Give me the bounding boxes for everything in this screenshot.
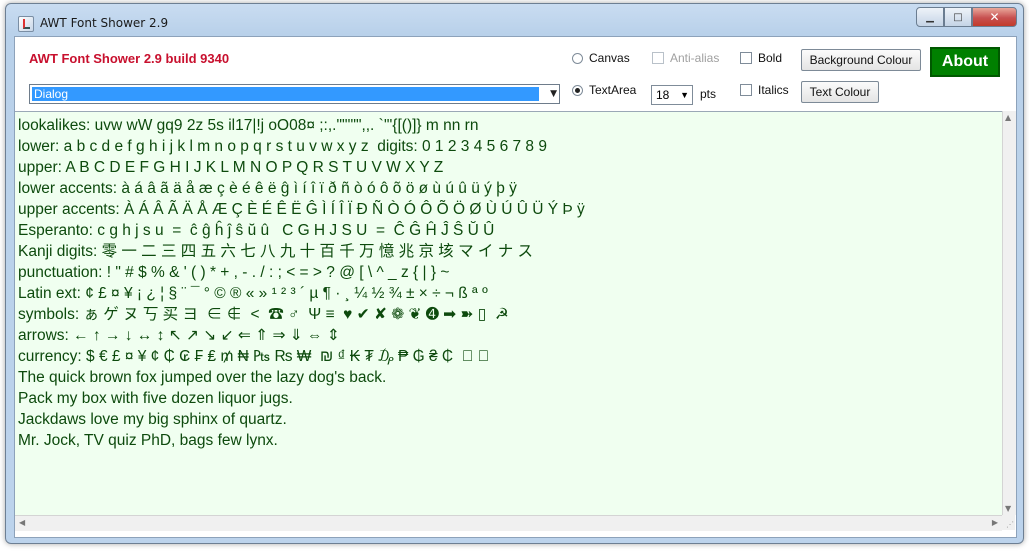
window-controls: ▁ □ ✕ — [916, 7, 1017, 27]
preview-line: lower: a b c d e f g h i j k l m n o p q… — [18, 138, 547, 155]
preview-line: symbols: ぁ ゲ ヌ 丂 买 ヨ ∈ ∉ < ☎ ♂ Ψ ≡ ♥ ✔ ✘… — [18, 306, 509, 323]
preview-line: currency: $ € £ ¤ ¥ ¢ ₵ ₢ ₣ ₤ ₥ ₦ ₧ ₨ ₩ … — [18, 348, 490, 365]
horizontal-scrollbar[interactable]: ◀ ▶ — [15, 515, 1002, 531]
radio-canvas-indicator — [572, 52, 583, 64]
preview-line: The quick brown fox jumped over the lazy… — [18, 369, 387, 386]
preview-line: upper accents: À Á Â Ã Ä Å Æ Ç È É Ê Ë Ĝ… — [18, 201, 585, 218]
font-size-value: 18 — [656, 88, 670, 102]
radio-canvas-label: Canvas — [589, 51, 630, 65]
maximize-icon: □ — [953, 11, 963, 23]
close-button[interactable]: ✕ — [972, 7, 1017, 27]
radio-canvas[interactable]: Canvas — [572, 51, 630, 65]
chevron-down-icon: ▼ — [550, 89, 557, 99]
client-area: AWT Font Shower 2.9 build 9340 Dialog ▼ … — [14, 36, 1017, 538]
preview-line: punctuation: ! " # $ % & ' ( ) * + , - .… — [18, 264, 450, 281]
bold-checkbox[interactable]: Bold — [740, 51, 782, 65]
preview-line: lookalikes: uvw wW gq9 2z 5s il17|!j oO0… — [18, 117, 479, 134]
font-family-select[interactable]: Dialog ▼ — [29, 84, 560, 104]
scroll-right-icon[interactable]: ▶ — [992, 518, 998, 527]
italics-label: Italics — [758, 83, 789, 97]
preview-line: Jackdaws love my big sphinx of quartz. — [18, 411, 287, 428]
radio-textarea[interactable]: TextArea — [572, 83, 636, 97]
radio-textarea-indicator — [572, 84, 583, 96]
build-label: AWT Font Shower 2.9 build 9340 — [29, 51, 230, 66]
about-button[interactable]: About — [930, 47, 1000, 77]
preview-line: Mr. Jock, TV quiz PhD, bags few lynx. — [18, 432, 278, 449]
scroll-up-icon[interactable]: ▲ — [1005, 113, 1011, 122]
resize-grip-icon[interactable]: ⋰ — [1006, 520, 1014, 529]
window-title: AWT Font Shower 2.9 — [40, 16, 169, 30]
text-colour-button[interactable]: Text Colour — [801, 81, 879, 103]
font-family-value: Dialog — [32, 87, 539, 101]
radio-textarea-label: TextArea — [589, 83, 637, 97]
preview-line: lower accents: à á â ã ä å æ ç è é ê ë ĝ… — [18, 180, 517, 197]
java-app-icon — [18, 16, 34, 32]
preview-line: upper: A B C D E F G H I J K L M N O P Q… — [18, 159, 444, 176]
background-colour-button[interactable]: Background Colour — [801, 49, 921, 71]
chevron-down-icon: ▼ — [680, 90, 689, 100]
pts-label: pts — [700, 87, 717, 101]
bold-box — [740, 52, 752, 64]
preview-line: Esperanto: c g h j s u = ĉ ĝ ĥ ĵ ŝ ŭ û C… — [18, 222, 495, 239]
anti-alias-label: Anti-alias — [670, 51, 720, 65]
font-size-select[interactable]: 18 ▼ — [651, 85, 693, 105]
bold-label: Bold — [758, 51, 783, 65]
preview-line: arrows: ← ↑ → ↓ ↔ ↕ ↖ ↗ ↘ ↙ ⇐ ⇑ ⇒ ⇓ ⇔ ⇕ — [18, 327, 340, 344]
anti-alias-checkbox[interactable]: Anti-alias — [652, 51, 719, 65]
anti-alias-box — [652, 52, 664, 64]
italics-box — [740, 84, 752, 96]
minimize-icon: ▁ — [926, 11, 934, 23]
preview-line: Latin ext: ¢ £ ¤ ¥ ¡ ¿ ¦ § ¨ ¯ ° © ® « »… — [18, 285, 488, 302]
preview-textarea[interactable]: lookalikes: uvw wW gq9 2z 5s il17|!j oO0… — [15, 111, 1002, 516]
italics-checkbox[interactable]: Italics — [740, 83, 789, 97]
preview-line: Pack my box with five dozen liquor jugs. — [18, 390, 293, 407]
scroll-left-icon[interactable]: ◀ — [19, 518, 25, 527]
maximize-button[interactable]: □ — [944, 7, 972, 27]
close-icon: ✕ — [989, 10, 1000, 24]
title-bar[interactable]: AWT Font Shower 2.9 ▁ □ ✕ — [6, 4, 1023, 38]
app-window: AWT Font Shower 2.9 ▁ □ ✕ AWT Font Showe… — [5, 3, 1024, 544]
preview-line: Kanji digits: 零 一 二 三 四 五 六 七 八 九 十 百 千 … — [18, 243, 534, 260]
scroll-down-icon[interactable]: ▼ — [1005, 504, 1011, 513]
minimize-button[interactable]: ▁ — [916, 7, 944, 27]
vertical-scrollbar[interactable]: ▲ ▼ — [1002, 111, 1016, 515]
scroll-corner: ⋰ — [1002, 515, 1015, 530]
preview-lines: lookalikes: uvw wW gq9 2z 5s il17|!j oO0… — [18, 115, 585, 451]
